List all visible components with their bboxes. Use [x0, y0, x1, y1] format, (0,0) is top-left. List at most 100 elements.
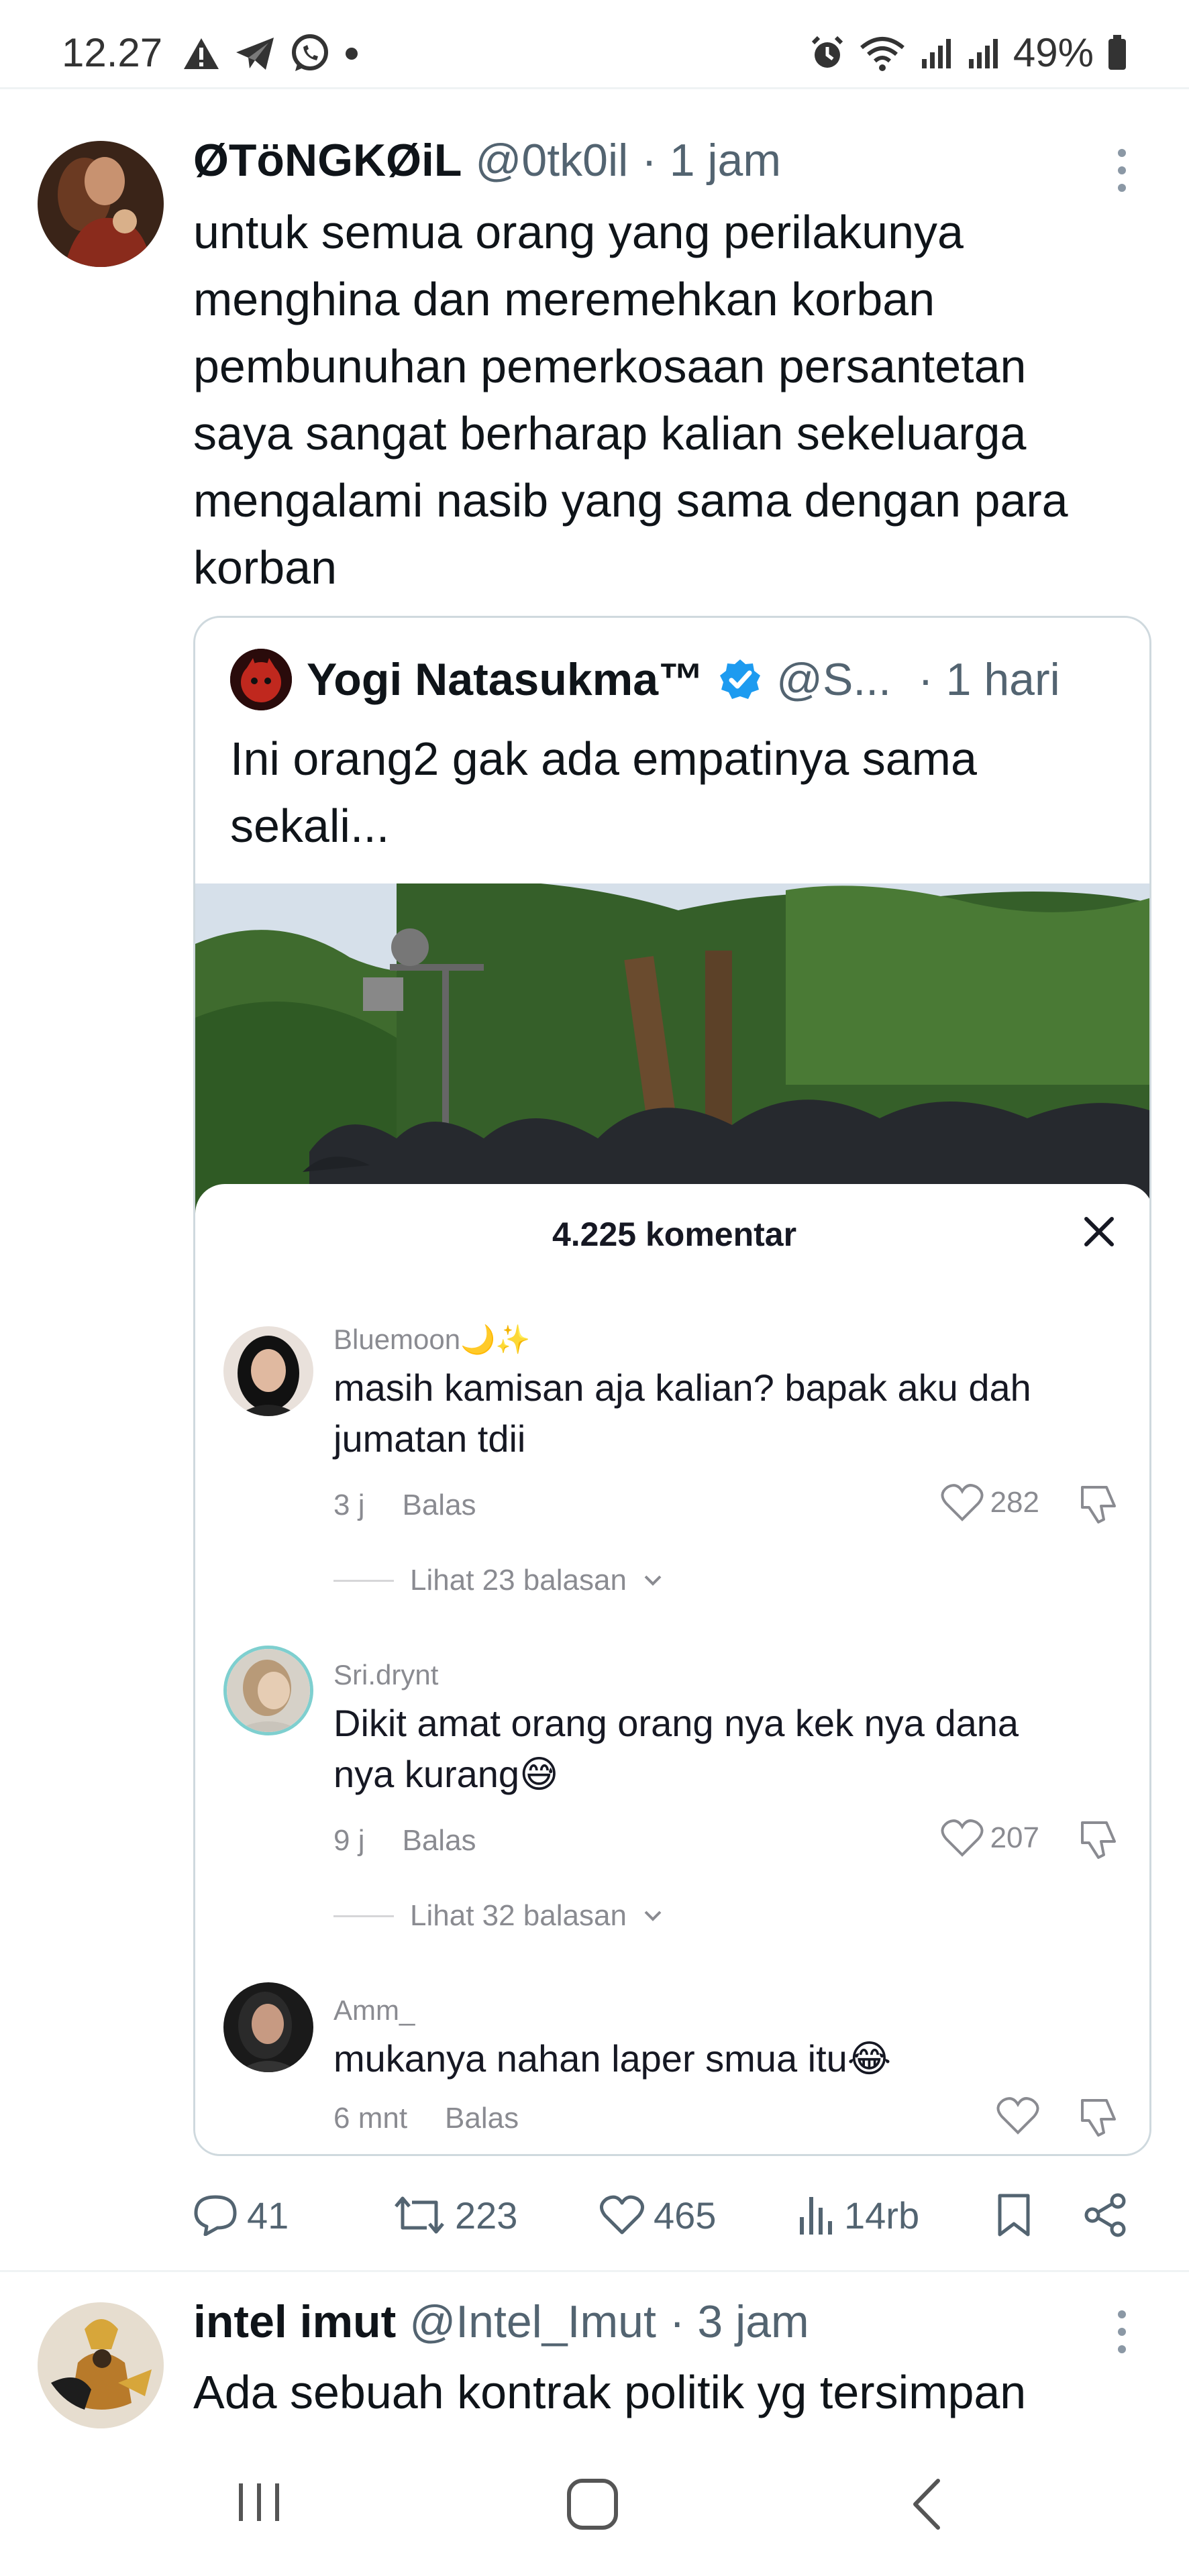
replies-line — [333, 1579, 394, 1582]
tweet-line: mengalami nasib yang sama dengan para — [193, 474, 1068, 527]
battery-percent: 49% — [1013, 30, 1094, 75]
telegram-icon — [236, 38, 274, 70]
comment-avatar[interactable] — [223, 1326, 313, 1416]
dislike-icon[interactable] — [1076, 2094, 1123, 2141]
recents-icon[interactable] — [232, 2475, 286, 2529]
comment-age: 6 mnt — [333, 2102, 408, 2135]
tweet-divider — [0, 2270, 1189, 2272]
status-time: 12.27 — [62, 30, 163, 75]
quote-line: Ini orang2 gak ada empatinya sama — [230, 733, 977, 785]
comment-avatar[interactable] — [223, 1646, 313, 1735]
comment-text: masih kamisan aja kalian? bapak aku dah … — [333, 1362, 1112, 1464]
view-replies-label: Lihat 32 balasan — [410, 1899, 627, 1932]
dislike-icon[interactable] — [1076, 1816, 1123, 1863]
battery-icon — [1108, 34, 1126, 70]
status-bar: 12.27 49% — [0, 0, 1189, 87]
tweet-line: menghina dan meremehkan korban — [193, 273, 935, 325]
chevron-down-icon — [644, 1575, 662, 1586]
view-replies-button[interactable]: Lihat 23 balasan — [333, 1564, 663, 1597]
dot-icon — [346, 48, 358, 60]
view-replies-label: Lihat 23 balasan — [410, 1564, 627, 1597]
quote-tweet-card[interactable]: Yogi Natasukma™ @S... · 1 hari Ini orang… — [193, 616, 1151, 2156]
retweet-button[interactable]: 223 — [393, 2188, 517, 2242]
heart-outline-icon — [941, 1484, 984, 1521]
views-icon — [800, 2197, 832, 2235]
quote-avatar — [230, 649, 292, 710]
like-count: 465 — [654, 2194, 717, 2237]
comment-line: nya kurang😅 — [333, 1753, 559, 1795]
retweet-count: 223 — [455, 2194, 518, 2237]
avatar[interactable] — [38, 2302, 164, 2428]
comment-like-count: 207 — [990, 1821, 1039, 1854]
comment-meta: 6 mnt Balas — [333, 2102, 519, 2135]
comment-meta: 9 j Balas — [333, 1824, 476, 1858]
display-name[interactable]: ØTöNGKØiL — [193, 134, 462, 186]
like-icon — [600, 2195, 644, 2235]
replies-line — [333, 1915, 394, 1917]
more-options-icon[interactable] — [1115, 149, 1129, 192]
tweet-header: ØTöNGKØiL @0tk0il · 1 jam — [193, 134, 781, 186]
reply-button[interactable]: 41 — [193, 2188, 289, 2242]
tweet-actions: 41 223 465 14rb — [193, 2188, 1151, 2242]
share-button[interactable] — [1083, 2188, 1127, 2242]
status-system-icons: 49% — [809, 30, 1127, 76]
comment-username[interactable]: Bluemoon🌙✨ — [333, 1324, 531, 1356]
display-name[interactable]: intel imut — [193, 2296, 396, 2348]
comment-meta: 3 j Balas — [333, 1489, 476, 1522]
home-icon[interactable] — [564, 2475, 621, 2533]
username[interactable]: @0tk0il — [475, 134, 628, 186]
warning-icon — [184, 38, 219, 69]
avatar[interactable] — [38, 141, 164, 267]
back-icon[interactable] — [903, 2475, 950, 2533]
tweet-time[interactable]: · 1 jam — [641, 134, 781, 186]
verified-badge-icon — [720, 659, 761, 699]
reply-button[interactable]: Balas — [445, 2102, 519, 2135]
tweet-line: saya sangat berharap kalian sekeluarga — [193, 407, 1027, 460]
reply-button[interactable]: Balas — [402, 1489, 476, 1522]
comment-avatar[interactable] — [223, 1982, 313, 2072]
status-notification-icons — [183, 34, 358, 74]
comment-like-count: 282 — [990, 1486, 1039, 1519]
alarm-icon — [811, 36, 843, 68]
system-nav-bar — [0, 2442, 1189, 2576]
tweet-time[interactable]: · 3 jam — [670, 2296, 809, 2348]
tweet-header: intel imut @Intel_Imut · 3 jam — [193, 2296, 809, 2348]
quote-media[interactable]: 4.225 komentar Bluemoon🌙✨ masih kamisan … — [195, 883, 1149, 2154]
comment-username[interactable]: Amm_ — [333, 1994, 415, 2027]
tweet-text: Ada sebuah kontrak politik yg tersimpan — [193, 2359, 1146, 2426]
quote-display-name: Yogi Natasukma™ — [307, 654, 705, 705]
views-button[interactable]: 14rb — [797, 2188, 919, 2242]
views-count: 14rb — [844, 2194, 920, 2237]
quote-text: Ini orang2 gak ada empatinya sama sekali… — [230, 725, 1116, 859]
heart-outline-icon — [941, 1819, 984, 1857]
quote-line: sekali... — [230, 800, 390, 852]
like-button[interactable]: 465 — [600, 2188, 716, 2242]
more-options-icon[interactable] — [1115, 2310, 1129, 2353]
username[interactable]: @Intel_Imut — [409, 2296, 656, 2348]
tweet-line: Ada sebuah kontrak politik yg tersimpan — [193, 2366, 1027, 2418]
dislike-icon[interactable] — [1076, 1481, 1123, 1527]
quote-username: @S... — [776, 654, 892, 705]
comment-like-button[interactable] — [996, 2096, 1039, 2135]
signal-icon — [968, 38, 998, 68]
comment-like-button[interactable]: 282 — [941, 1483, 1039, 1522]
chevron-down-icon — [644, 1911, 662, 1921]
comment-line: Dikit amat orang orang nya kek nya dana — [333, 1702, 1019, 1744]
share-icon — [1084, 2193, 1126, 2237]
reply-button[interactable]: Balas — [402, 1824, 476, 1858]
signal-icon — [921, 38, 951, 68]
comment-like-button[interactable]: 207 — [941, 1819, 1039, 1858]
heart-outline-icon — [996, 2097, 1039, 2135]
comment-age: 9 j — [333, 1824, 365, 1857]
quote-time: · 1 hari — [918, 654, 1060, 705]
comment-username[interactable]: Sri.drynt — [333, 1659, 438, 1691]
retweet-icon — [395, 2196, 444, 2234]
bookmark-button[interactable] — [996, 2188, 1032, 2242]
close-icon[interactable] — [1076, 1208, 1123, 1255]
view-replies-button[interactable]: Lihat 32 balasan — [333, 1899, 663, 1933]
comment-text: mukanya nahan laper smua itu😂 — [333, 2033, 1112, 2084]
reply-count: 41 — [247, 2194, 289, 2237]
comment-line: masih kamisan aja kalian? bapak aku dah — [333, 1366, 1031, 1409]
comment-line: mukanya nahan laper smua itu😂 — [333, 2037, 892, 2080]
comment-text: Dikit amat orang orang nya kek nya dana … — [333, 1698, 1112, 1800]
